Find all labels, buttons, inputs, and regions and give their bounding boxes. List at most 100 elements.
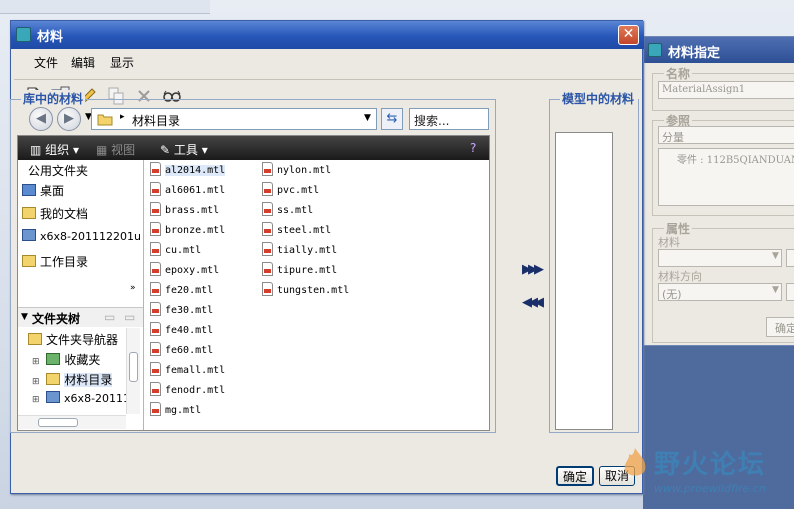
folder-tree-header[interactable]: ▼ 文件夹树 ▭ ▭	[18, 307, 143, 327]
documents-folder-icon	[22, 207, 36, 219]
expand-plus-icon: ⊞	[32, 357, 40, 367]
watermark-url: www.proewildfire.cn	[654, 482, 766, 495]
mtl-file-icon	[150, 242, 161, 256]
material-button[interactable]	[786, 249, 794, 267]
search-input[interactable]: 搜索...	[409, 108, 489, 130]
chevron-down-icon: ▼	[772, 285, 779, 295]
file-name: fe40.mtl	[165, 325, 214, 336]
organize-label: 组织	[45, 143, 70, 157]
tree-horizontal-scrollbar[interactable]	[18, 415, 126, 429]
refresh-button[interactable]: ⇆	[381, 108, 403, 130]
file-item[interactable]: tially.mtl	[262, 242, 337, 256]
view-icon: ▦	[96, 143, 108, 157]
collapse-chevron-icon[interactable]: »	[130, 283, 136, 293]
file-item[interactable]: ss.mtl	[262, 202, 313, 216]
library-materials-label: 库中的材料	[21, 90, 86, 107]
nav-item-documents[interactable]: 我的文档	[22, 205, 88, 222]
mtl-file-icon	[150, 402, 161, 416]
remove-from-model-arrow-icon[interactable]: ◀◀◀	[522, 295, 544, 310]
ok-button[interactable]: 确定	[556, 466, 594, 486]
tree-item-navigator[interactable]: 文件夹导航器	[28, 331, 118, 348]
tree-vertical-scrollbar[interactable]	[126, 328, 140, 414]
file-name: steel.mtl	[277, 225, 332, 236]
forward-button[interactable]: ▶	[57, 107, 81, 131]
file-item[interactable]: fenodr.mtl	[150, 382, 225, 396]
tools-button[interactable]: ✎ 工具 ▾	[160, 141, 208, 158]
orientation-select[interactable]: (无)	[658, 283, 782, 301]
assign-title-bar[interactable]: 材料指定	[644, 37, 794, 63]
file-name: mg.mtl	[165, 405, 202, 416]
file-item[interactable]: fe60.mtl	[150, 342, 213, 356]
file-item[interactable]: bronze.mtl	[150, 222, 225, 236]
reference-part-field[interactable]: 零件 : 112B5QIANDUAN	[658, 148, 794, 206]
file-name: tially.mtl	[277, 245, 338, 256]
tree-item-favorites[interactable]: ⊞ 收藏夹	[32, 351, 100, 368]
file-item[interactable]: steel.mtl	[262, 222, 331, 236]
watermark: 野火论坛 www.proewildfire.cn	[620, 438, 794, 509]
model-materials-label: 模型中的材料	[560, 90, 638, 107]
mtl-file-icon	[150, 262, 161, 276]
new-folder-icon[interactable]: ▭	[104, 310, 115, 324]
file-item[interactable]: tipure.mtl	[262, 262, 337, 276]
tree-item-materials[interactable]: ⊞ 材料目录	[32, 371, 113, 388]
assign-ok-button[interactable]: 确定	[766, 317, 794, 337]
file-item[interactable]: tungsten.mtl	[262, 282, 349, 296]
mtl-file-icon	[262, 162, 273, 176]
organize-button[interactable]: ▥ 组织 ▾	[30, 141, 79, 158]
scroll-thumb[interactable]	[129, 352, 138, 382]
app-icon	[648, 43, 662, 57]
file-item[interactable]: femall.mtl	[150, 362, 225, 376]
file-item[interactable]: al2014.mtl	[150, 162, 226, 176]
file-name: femall.mtl	[165, 365, 226, 376]
menu-file[interactable]: 文件	[34, 54, 58, 71]
watermark-title: 野火论坛	[654, 450, 767, 480]
menu-edit[interactable]: 编辑	[71, 54, 95, 71]
menu-view[interactable]: 显示	[110, 54, 134, 71]
help-icon[interactable]: ?	[470, 141, 476, 155]
tree-item-computer[interactable]: ⊞ x6x8-20111	[32, 391, 130, 405]
file-item[interactable]: mg.mtl	[150, 402, 201, 416]
file-item[interactable]: brass.mtl	[150, 202, 219, 216]
nav-item-computer[interactable]: x6x8-201112201u	[22, 229, 141, 243]
file-item[interactable]: fe20.mtl	[150, 282, 213, 296]
name-field[interactable]: MaterialAssign1	[658, 81, 794, 99]
mtl-file-icon	[262, 202, 273, 216]
title-bar[interactable]: 材料 ✕	[11, 21, 644, 49]
background-toolbar-strip	[0, 0, 210, 14]
mtl-file-icon	[262, 262, 273, 276]
reference-type-field[interactable]: 分量	[658, 126, 794, 144]
mtl-file-icon	[262, 242, 273, 256]
orientation-button[interactable]	[786, 283, 794, 301]
delete-folder-icon[interactable]: ▭	[124, 310, 135, 324]
back-button[interactable]: ◀	[29, 107, 53, 131]
navigation-row: ◀ ▶ ▼ ▸ 材料目录 ▼ ⇆ 搜索...	[17, 106, 490, 132]
name-group-label: 名称	[664, 65, 693, 82]
file-name: ss.mtl	[277, 205, 314, 216]
file-item[interactable]: fe30.mtl	[150, 302, 213, 316]
file-item[interactable]: nylon.mtl	[262, 162, 331, 176]
model-materials-list[interactable]	[555, 132, 613, 430]
file-name: cu.mtl	[165, 245, 202, 256]
view-button[interactable]: ▦ 视图	[96, 141, 135, 158]
mtl-file-icon	[150, 382, 161, 396]
material-select[interactable]	[658, 249, 782, 267]
close-button[interactable]: ✕	[618, 25, 639, 45]
add-to-model-arrow-icon[interactable]: ▶▶▶	[522, 262, 544, 277]
expand-arrow-icon: ▼	[21, 312, 28, 322]
address-bar[interactable]: ▸ 材料目录 ▼	[91, 108, 377, 130]
file-item[interactable]: cu.mtl	[150, 242, 201, 256]
scroll-thumb[interactable]	[38, 418, 78, 427]
flame-logo-icon	[624, 448, 646, 476]
nav-item-desktop[interactable]: 桌面	[22, 182, 64, 199]
file-item[interactable]: al6061.mtl	[150, 182, 225, 196]
mtl-file-icon	[262, 182, 273, 196]
mtl-file-icon	[262, 222, 273, 236]
refresh-icon: ⇆	[386, 111, 398, 126]
file-item[interactable]: epoxy.mtl	[150, 262, 219, 276]
file-item[interactable]: fe40.mtl	[150, 322, 213, 336]
file-name: brass.mtl	[165, 205, 220, 216]
left-navigation-pane: 公用文件夹 桌面 我的文档 x6x8-201112201u 工作目录 » ▼ 文…	[18, 160, 144, 430]
file-item[interactable]: pvc.mtl	[262, 182, 319, 196]
chevron-down-icon[interactable]: ▼	[364, 113, 371, 123]
nav-item-working-dir[interactable]: 工作目录	[22, 253, 88, 270]
